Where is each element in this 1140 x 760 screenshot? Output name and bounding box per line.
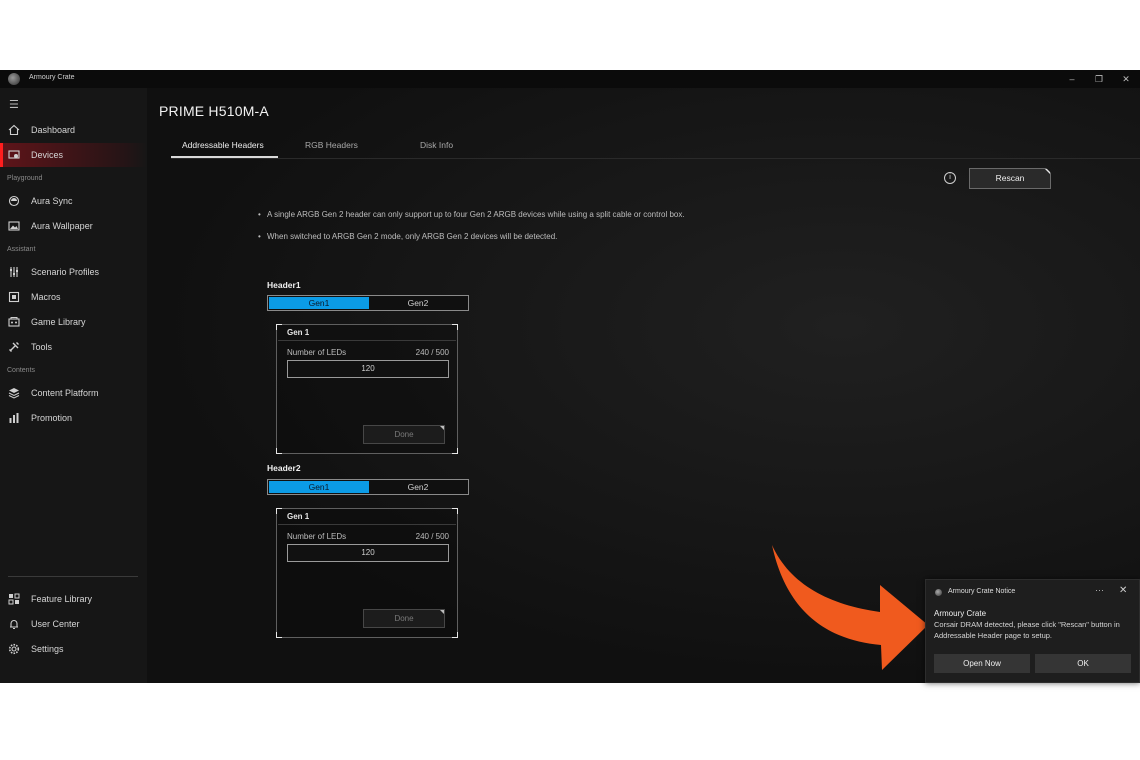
header1-gen1-option[interactable]: Gen1 <box>269 297 369 309</box>
tab-rgb-headers[interactable]: RGB Headers <box>305 140 358 150</box>
notification-message: Corsair DRAM detected, please click "Res… <box>934 620 1120 640</box>
header1-label: Header1 <box>267 280 301 290</box>
header1-gen2-option[interactable]: Gen2 <box>368 296 468 310</box>
section-label-playground: Playground <box>7 175 43 182</box>
sidebar-item-label: Macros <box>31 292 61 302</box>
devices-icon <box>8 150 20 159</box>
sidebar-item-aura-sync[interactable]: Aura Sync <box>0 189 147 213</box>
note-gen2-mode: When switched to ARGB Gen 2 mode, only A… <box>258 232 557 241</box>
armoury-crate-logo-icon <box>935 589 942 596</box>
macro-icon <box>8 291 20 303</box>
section-label-contents: Contents <box>7 367 36 374</box>
sidebar-item-label: User Center <box>31 619 80 629</box>
sidebar-item-game-library[interactable]: Game Library <box>0 310 147 334</box>
sidebar-item-feature-library[interactable]: Feature Library <box>0 587 147 611</box>
sliders-icon <box>10 267 18 277</box>
sidebar: ☰ Dashboard Devices Playground Aura Sync… <box>0 88 147 683</box>
tools-icon <box>9 342 19 352</box>
grid-icon <box>8 593 20 605</box>
sidebar-item-label: Aura Sync <box>31 196 73 206</box>
maximize-button[interactable]: ❐ <box>1089 72 1109 86</box>
header2-gen1-option[interactable]: Gen1 <box>269 481 369 493</box>
gear-icon <box>8 643 20 655</box>
notification-close-icon[interactable]: ✕ <box>1119 585 1127 596</box>
more-options-icon[interactable]: ··· <box>1095 585 1104 595</box>
close-button[interactable]: ✕ <box>1116 72 1136 86</box>
header1-gen-card: Gen 1 Number of LEDs 240 / 500 120 Done <box>276 324 458 454</box>
bell-icon <box>10 620 18 630</box>
card-title: Gen 1 <box>287 512 310 521</box>
sidebar-item-label: Tools <box>31 342 53 352</box>
page-title: PRIME H510M-A <box>159 103 269 119</box>
title-bar: Armoury Crate – ❐ ✕ <box>0 70 1140 88</box>
section-label-assistant: Assistant <box>7 246 36 253</box>
minimize-button[interactable]: – <box>1062 72 1082 86</box>
sidebar-item-user-center[interactable]: User Center <box>0 612 147 636</box>
sidebar-item-promotion[interactable]: Promotion <box>0 406 147 430</box>
sidebar-item-label: Scenario Profiles <box>31 267 100 277</box>
layers-icon <box>8 388 20 399</box>
ok-button[interactable]: OK <box>1035 654 1131 673</box>
wallpaper-icon <box>8 221 20 231</box>
leds-label: Number of LEDs <box>287 532 347 541</box>
note-split-cable: A single ARGB Gen 2 header can only supp… <box>258 210 685 219</box>
header2-leds-input[interactable]: 120 <box>287 544 449 562</box>
header1-gen-switch: Gen1 Gen2 <box>267 295 469 311</box>
home-icon <box>8 124 20 136</box>
sidebar-item-label: Content Platform <box>31 388 99 398</box>
sidebar-item-dashboard[interactable]: Dashboard <box>0 118 147 142</box>
open-now-button[interactable]: Open Now <box>934 654 1030 673</box>
sidebar-item-label: Aura Wallpaper <box>31 221 93 231</box>
sidebar-item-label: Settings <box>31 644 64 654</box>
leds-count: 240 / 500 <box>415 348 449 357</box>
header1-done-button[interactable]: Done <box>363 425 445 444</box>
sidebar-item-scenario-profiles[interactable]: Scenario Profiles <box>0 260 147 284</box>
window-title: Armoury Crate <box>29 74 75 81</box>
sidebar-item-label: Promotion <box>31 413 73 423</box>
aura-icon <box>8 195 20 207</box>
sidebar-item-devices[interactable]: Devices <box>0 143 147 167</box>
chart-icon <box>9 413 19 423</box>
tab-addressable-headers[interactable]: Addressable Headers <box>182 140 264 150</box>
leds-label: Number of LEDs <box>287 348 347 357</box>
notification-app-name: Armoury Crate <box>934 609 987 618</box>
hamburger-menu-icon[interactable]: ☰ <box>9 98 19 111</box>
sidebar-item-tools[interactable]: Tools <box>0 335 147 359</box>
sidebar-item-label: Dashboard <box>31 125 76 135</box>
tab-disk-info[interactable]: Disk Info <box>420 140 453 150</box>
info-icon[interactable]: i <box>944 172 956 184</box>
sidebar-item-aura-wallpaper[interactable]: Aura Wallpaper <box>0 214 147 238</box>
sidebar-item-label: Game Library <box>31 317 86 327</box>
game-library-icon <box>8 317 20 327</box>
card-title: Gen 1 <box>287 328 310 337</box>
rescan-button[interactable]: Rescan <box>969 168 1051 189</box>
sidebar-divider <box>8 576 138 577</box>
sidebar-item-label: Devices <box>31 150 64 160</box>
notification-title: Armoury Crate Notice <box>948 588 1016 595</box>
sidebar-item-settings[interactable]: Settings <box>0 637 147 661</box>
header2-gen2-option[interactable]: Gen2 <box>368 480 468 494</box>
header1-leds-input[interactable]: 120 <box>287 360 449 378</box>
sidebar-item-label: Feature Library <box>31 594 93 604</box>
header2-label: Header2 <box>267 463 301 473</box>
header2-gen-switch: Gen1 Gen2 <box>267 479 469 495</box>
tab-divider <box>171 158 1140 159</box>
leds-count: 240 / 500 <box>415 532 449 541</box>
header2-gen-card: Gen 1 Number of LEDs 240 / 500 120 Done <box>276 508 458 638</box>
armoury-crate-logo-icon <box>8 73 20 85</box>
header2-done-button[interactable]: Done <box>363 609 445 628</box>
notification-toast: Armoury Crate Notice ··· ✕ Armoury Crate… <box>925 579 1140 683</box>
sidebar-item-macros[interactable]: Macros <box>0 285 147 309</box>
sidebar-item-content-platform[interactable]: Content Platform <box>0 381 147 405</box>
